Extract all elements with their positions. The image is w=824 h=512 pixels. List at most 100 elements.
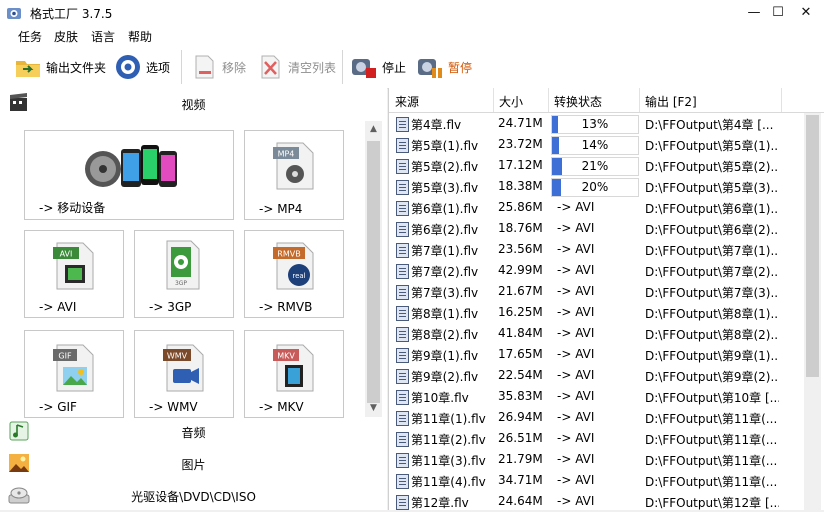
table-row[interactable]: 第6章(1).flv 25.86M -> AVI D:\FFOutput\第6章(1)…	[389, 197, 824, 218]
clear-icon	[261, 55, 280, 79]
output-path: D:\FFOutput\第9章(2)...	[645, 370, 779, 384]
menu-help[interactable]: 帮助	[128, 28, 152, 45]
minimize-button[interactable]: —	[744, 4, 764, 22]
table-row[interactable]: 第11章(3).flv 21.79M -> AVI D:\FFOutput\第11章(…	[389, 449, 824, 470]
mp4-file-icon: MP4	[273, 142, 314, 190]
table-row[interactable]: 第12章.flv 24.64M -> AVI D:\FFOutput\第12章 [..…	[389, 491, 824, 512]
file-icon	[396, 264, 409, 279]
source-file: 第5章(2).flv	[411, 160, 479, 174]
table-row[interactable]: 第4章.flv 24.71M 13% D:\FFOutput\第4章 [...	[389, 113, 824, 134]
gear-icon	[116, 55, 140, 79]
remove-button[interactable]: 移除	[190, 52, 246, 82]
column-output[interactable]: 输出 [F2]	[645, 93, 697, 110]
tile-gif[interactable]: GIF -> GIF	[24, 330, 124, 418]
progress-text: 21%	[581, 159, 609, 173]
status-text: -> AVI	[557, 242, 595, 256]
pause-icon	[418, 59, 442, 78]
svg-text:RMVB: RMVB	[277, 250, 300, 259]
file-icon	[396, 138, 409, 153]
output-path: D:\FFOutput\第12章 [...	[645, 496, 779, 510]
toolbar: 输出文件夹 选项 移除 清空列表 停止 暂停	[0, 46, 824, 89]
table-row[interactable]: 第9章(1).flv 17.65M -> AVI D:\FFOutput\第9章(1)…	[389, 344, 824, 365]
task-list-scrollbar[interactable]	[804, 113, 821, 510]
source-file: 第8章(2).flv	[411, 328, 479, 342]
category-picture[interactable]: 图片	[0, 448, 387, 478]
table-row[interactable]: 第11章(4).flv 34.71M -> AVI D:\FFOutput\第11章(…	[389, 470, 824, 491]
category-audio[interactable]: 音频	[0, 416, 387, 446]
output-path: D:\FFOutput\第11章(...	[645, 433, 778, 447]
scroll-thumb[interactable]	[806, 115, 819, 377]
output-path: D:\FFOutput\第7章(1)...	[645, 244, 779, 258]
output-path: D:\FFOutput\第8章(1)...	[645, 307, 779, 321]
table-row[interactable]: 第11章(2).flv 26.51M -> AVI D:\FFOutput\第11章(…	[389, 428, 824, 449]
file-size: 26.94M	[498, 410, 543, 424]
source-file: 第11章(4).flv	[411, 475, 486, 489]
tile-mp4[interactable]: MP4 -> MP4	[244, 130, 344, 220]
maximize-button[interactable]: ☐	[768, 4, 788, 22]
file-icon	[396, 180, 409, 195]
progress-bar: 13%	[551, 115, 639, 134]
options-button[interactable]: 选项	[114, 52, 170, 82]
scroll-thumb[interactable]	[367, 141, 380, 403]
table-row[interactable]: 第7章(2).flv 42.99M -> AVI D:\FFOutput\第7章(2)…	[389, 260, 824, 281]
table-row[interactable]: 第9章(2).flv 22.54M -> AVI D:\FFOutput\第9章(2)…	[389, 365, 824, 386]
column-source[interactable]: 来源	[395, 93, 419, 110]
file-icon	[396, 306, 409, 321]
clear-list-button[interactable]: 清空列表	[256, 52, 336, 82]
scroll-down-arrow[interactable]: ▼	[365, 400, 382, 417]
mkv-file-icon: MKV	[273, 344, 314, 392]
table-row[interactable]: 第6章(2).flv 18.76M -> AVI D:\FFOutput\第6章(2)…	[389, 218, 824, 239]
table-row[interactable]: 第10章.flv 35.83M -> AVI D:\FFOutput\第10章 [..…	[389, 386, 824, 407]
tile-avi[interactable]: AVI -> AVI	[24, 230, 124, 318]
source-file: 第9章(2).flv	[411, 370, 479, 384]
output-folder-button[interactable]: 输出文件夹	[14, 52, 106, 82]
task-list: 来源 大小 转换状态 输出 [F2] 第4章.flv 24.71M 13% D:\FF…	[388, 88, 824, 510]
source-file: 第7章(2).flv	[411, 265, 479, 279]
table-row[interactable]: 第8章(2).flv 41.84M -> AVI D:\FFOutput\第8章(2)…	[389, 323, 824, 344]
file-icon	[396, 285, 409, 300]
output-path: D:\FFOutput\第10章 [...	[645, 391, 779, 405]
svg-text:3GP: 3GP	[175, 280, 187, 287]
menu-skin[interactable]: 皮肤	[54, 28, 78, 45]
file-size: 18.76M	[498, 221, 543, 235]
table-row[interactable]: 第5章(2).flv 17.12M 21% D:\FFOutput\第5章(2)...	[389, 155, 824, 176]
toolbar-separator	[342, 50, 343, 84]
menu-task[interactable]: 任务	[18, 28, 42, 45]
status-text: -> AVI	[557, 200, 595, 214]
window-title: 格式工厂 3.7.5	[30, 7, 113, 21]
format-scrollbar[interactable]: ▲ ▼	[365, 121, 382, 417]
table-row[interactable]: 第7章(1).flv 23.56M -> AVI D:\FFOutput\第7章(1)…	[389, 239, 824, 260]
file-icon	[396, 117, 409, 132]
column-status[interactable]: 转换状态	[554, 93, 602, 110]
table-row[interactable]: 第11章(1).flv 26.94M -> AVI D:\FFOutput\第11章(…	[389, 407, 824, 428]
status-text: -> AVI	[557, 368, 595, 382]
output-path: D:\FFOutput\第7章(3)...	[645, 286, 779, 300]
progress-bar: 20%	[551, 178, 639, 197]
column-size[interactable]: 大小	[499, 93, 523, 110]
close-button[interactable]: ✕	[796, 4, 816, 22]
tile-3gp[interactable]: 3GP -> 3GP	[134, 230, 234, 318]
task-list-header: 来源 大小 转换状态 输出 [F2]	[389, 88, 824, 113]
menu-language[interactable]: 语言	[91, 28, 115, 45]
output-path: D:\FFOutput\第11章(...	[645, 454, 778, 468]
table-row[interactable]: 第7章(3).flv 21.67M -> AVI D:\FFOutput\第7章(3)…	[389, 281, 824, 302]
task-rows: 第4章.flv 24.71M 13% D:\FFOutput\第4章 [... 第5章(…	[389, 113, 824, 512]
output-path: D:\FFOutput\第5章(3)...	[645, 181, 779, 195]
table-row[interactable]: 第5章(3).flv 18.38M 20% D:\FFOutput\第5章(3)...	[389, 176, 824, 197]
tile-wmv[interactable]: WMV -> WMV	[134, 330, 234, 418]
table-row[interactable]: 第5章(1).flv 23.72M 14% D:\FFOutput\第5章(1)...	[389, 134, 824, 155]
output-path: D:\FFOutput\第11章(...	[645, 412, 778, 426]
pause-button[interactable]: 暂停	[416, 52, 472, 82]
category-video[interactable]: 视频	[0, 88, 387, 118]
output-path: D:\FFOutput\第6章(2)...	[645, 223, 779, 237]
category-optical[interactable]: 光驱设备\DVD\CD\ISO	[0, 480, 387, 510]
progress-text: 13%	[581, 117, 609, 131]
tile-rmvb[interactable]: RMVB real -> RMVB	[244, 230, 344, 318]
status-text: -> AVI	[557, 431, 595, 445]
table-row[interactable]: 第8章(1).flv 16.25M -> AVI D:\FFOutput\第8章(1)…	[389, 302, 824, 323]
output-path: D:\FFOutput\第4章 [...	[645, 118, 774, 132]
tile-mkv[interactable]: MKV -> MKV	[244, 330, 344, 418]
tile-mobile-device[interactable]: -> 移动设备	[24, 130, 234, 220]
stop-button[interactable]: 停止	[350, 52, 406, 82]
scroll-up-arrow[interactable]: ▲	[365, 121, 382, 138]
